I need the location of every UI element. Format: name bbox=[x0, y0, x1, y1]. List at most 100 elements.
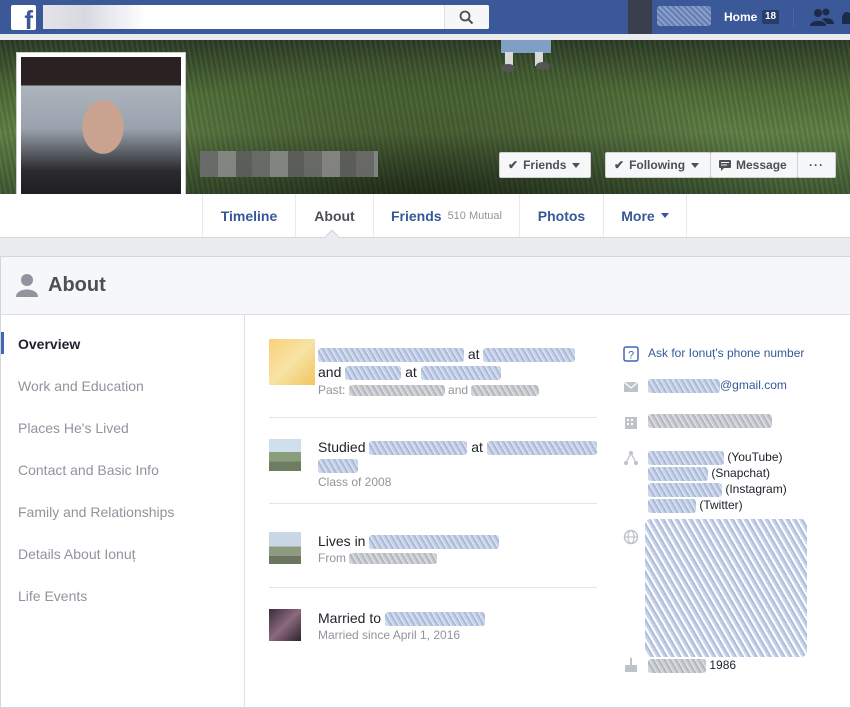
tab-friends[interactable]: Friends 510 Mutual bbox=[373, 194, 519, 237]
row-divider bbox=[269, 587, 597, 588]
email-line[interactable]: @gmail.com bbox=[648, 378, 787, 393]
birthday-date-redacted bbox=[648, 658, 706, 673]
home-link[interactable]: Home bbox=[724, 10, 757, 24]
chevron-down-icon bbox=[660, 213, 669, 218]
past-work-line: Past: and bbox=[318, 383, 540, 397]
about-header: About bbox=[1, 257, 850, 315]
tab-label: More bbox=[621, 207, 655, 224]
tab-photos[interactable]: Photos bbox=[519, 194, 603, 237]
social-youtube[interactable]: (YouTube) bbox=[648, 450, 783, 465]
tab-label: About bbox=[314, 207, 355, 224]
past-employer-redacted bbox=[348, 385, 445, 397]
message-button[interactable]: Message bbox=[710, 152, 798, 178]
more-options-icon: ··· bbox=[809, 158, 824, 172]
workplace-icon bbox=[269, 339, 315, 385]
address-redacted bbox=[648, 413, 772, 428]
married-to-text: Married to bbox=[318, 610, 382, 626]
past-employer-redacted bbox=[471, 385, 540, 397]
lives-in-text: Lives in bbox=[318, 533, 366, 549]
phone-request-link[interactable]: Ask for Ionuț's phone number bbox=[648, 346, 804, 360]
youtube-handle-redacted bbox=[648, 450, 724, 465]
messages-icon[interactable] bbox=[842, 12, 850, 24]
nav-contact-info[interactable]: Contact and Basic Info bbox=[18, 462, 159, 478]
birthday-cake-icon bbox=[625, 657, 637, 672]
user-avatar[interactable] bbox=[628, 0, 652, 34]
nav-life-events[interactable]: Life Events bbox=[18, 588, 87, 604]
tab-label: Friends bbox=[390, 207, 442, 224]
website-line bbox=[648, 413, 772, 428]
nav-work-education[interactable]: Work and Education bbox=[18, 378, 144, 394]
chevron-down-icon bbox=[572, 162, 581, 168]
work-line-1: at bbox=[318, 346, 576, 363]
nav-overview[interactable]: Overview bbox=[18, 336, 80, 352]
nav-family-relationships[interactable]: Family and Relationships bbox=[18, 504, 174, 520]
social-instagram[interactable]: (Instagram) bbox=[648, 482, 787, 497]
search-input[interactable] bbox=[43, 5, 147, 29]
about-sidebar: Overview Work and Education Places He's … bbox=[1, 315, 245, 708]
birthday-line: 1986 bbox=[648, 658, 736, 673]
home-count-badge: 18 bbox=[762, 10, 780, 24]
following-button-label: Following bbox=[629, 158, 686, 172]
following-button[interactable]: ✔ Following bbox=[605, 152, 711, 178]
spouse-name-redacted[interactable] bbox=[384, 612, 485, 627]
work-row: at and at Past: and bbox=[269, 339, 597, 399]
hometown-line: From bbox=[318, 551, 438, 565]
job-title-redacted bbox=[345, 366, 402, 381]
search-icon bbox=[459, 10, 474, 25]
nav-details[interactable]: Details About Ionuț bbox=[18, 546, 136, 562]
married-since: Married since April 1, 2016 bbox=[318, 628, 461, 642]
snapchat-label: (Snapchat) bbox=[711, 466, 771, 480]
building-icon bbox=[625, 417, 637, 429]
search-button[interactable] bbox=[444, 5, 489, 29]
search-bar[interactable] bbox=[43, 5, 489, 29]
school-name-redacted bbox=[318, 459, 358, 474]
about-title: About bbox=[48, 274, 106, 296]
nav-places-lived[interactable]: Places He's Lived bbox=[18, 420, 129, 436]
profile-photo-image bbox=[21, 57, 181, 215]
instagram-label: (Instagram) bbox=[725, 482, 787, 496]
share-network-icon bbox=[624, 451, 638, 465]
cover-figure bbox=[501, 40, 551, 72]
mutual-friends-count: 510 Mutual bbox=[447, 209, 502, 222]
row-divider bbox=[269, 417, 597, 418]
married-line: Married to bbox=[318, 610, 485, 627]
married-row: Married to Married since April 1, 2016 bbox=[269, 609, 597, 645]
websites-redacted[interactable] bbox=[645, 519, 807, 657]
row-divider bbox=[269, 503, 597, 504]
social-twitter[interactable]: (Twitter) bbox=[648, 498, 743, 513]
education-line-1: Studied at bbox=[318, 439, 597, 456]
spouse-photo[interactable] bbox=[269, 609, 301, 641]
instagram-handle-redacted bbox=[648, 482, 722, 497]
facebook-logo[interactable]: f bbox=[11, 5, 36, 33]
friends-button-label: Friends bbox=[523, 158, 567, 172]
email-user-redacted bbox=[648, 378, 720, 393]
lives-row: Lives in From bbox=[269, 531, 597, 567]
employer-redacted bbox=[483, 348, 576, 363]
work-line-2: and at bbox=[318, 364, 501, 381]
more-options-button[interactable]: ··· bbox=[797, 152, 836, 178]
social-snapchat[interactable]: (Snapchat) bbox=[648, 466, 770, 481]
employer-redacted bbox=[420, 366, 501, 381]
past-prefix: Past: bbox=[318, 383, 346, 397]
work-at-text: at bbox=[467, 346, 480, 362]
svg-text:?: ? bbox=[628, 350, 634, 362]
tab-label: Photos bbox=[537, 207, 586, 224]
user-name-link[interactable] bbox=[657, 6, 711, 26]
tab-timeline[interactable]: Timeline bbox=[202, 194, 295, 237]
email-domain: @gmail.com bbox=[720, 378, 787, 392]
lives-line: Lives in bbox=[318, 533, 500, 550]
friend-requests-icon[interactable] bbox=[810, 8, 834, 26]
work-at-text: at bbox=[405, 364, 417, 380]
tab-label: Timeline bbox=[220, 207, 278, 224]
check-icon: ✔ bbox=[614, 158, 625, 172]
email-icon bbox=[623, 381, 639, 392]
active-nav-indicator bbox=[1, 332, 4, 354]
friends-button[interactable]: ✔ Friends bbox=[499, 152, 591, 178]
tab-more[interactable]: More bbox=[603, 194, 687, 237]
city-icon bbox=[269, 532, 301, 564]
about-section: About Overview Work and Education Places… bbox=[0, 256, 850, 708]
check-icon: ✔ bbox=[508, 158, 519, 172]
twitter-handle-redacted bbox=[648, 498, 696, 513]
education-at-text: at bbox=[471, 439, 483, 455]
school-icon bbox=[269, 439, 301, 471]
